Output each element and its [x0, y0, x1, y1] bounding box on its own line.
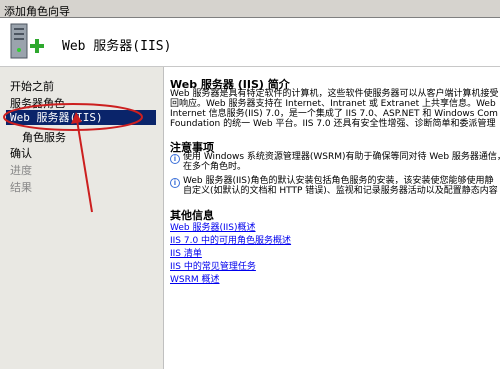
- link-iis-role-services-overview[interactable]: IIS 7.0 中的可用角色服务概述: [170, 233, 291, 246]
- page-title: Web 服务器(IIS): [62, 39, 172, 54]
- link-iis-checklist[interactable]: IIS 清单: [170, 246, 202, 259]
- wizard-sidebar: 开始之前 服务器角色 Web 服务器(IIS) 角色服务 确认 进度 结果: [0, 67, 164, 369]
- wizard-header: Web 服务器(IIS): [0, 18, 500, 67]
- window-titlebar: 添加角色向导: [0, 0, 500, 18]
- window-title: 添加角色向导: [4, 5, 70, 18]
- link-wsrm-overview[interactable]: WSRM 概述: [170, 272, 220, 285]
- note-text-line: 在多个角色时。: [183, 162, 247, 172]
- server-add-icon: [10, 23, 44, 59]
- sidebar-item-before-you-begin[interactable]: 开始之前: [10, 78, 54, 94]
- main-content: Web 服务器 (IIS) 简介 Web 服务器是具有特定软件的计算机，这些软件…: [165, 67, 500, 369]
- info-icon: i: [170, 178, 180, 188]
- link-iis-common-admin-tasks[interactable]: IIS 中的常见管理任务: [170, 259, 256, 272]
- sidebar-item-server-roles[interactable]: 服务器角色: [10, 95, 65, 111]
- link-web-server-overview[interactable]: Web 服务器(IIS)概述: [170, 220, 256, 233]
- intro-text-line: Foundation 的统一 Web 平台。IIS 7.0 还具有安全性增强、诊…: [170, 119, 496, 129]
- sidebar-item-progress: 进度: [10, 164, 32, 177]
- sidebar-item-role-services[interactable]: 角色服务: [22, 129, 66, 145]
- sidebar-item-confirmation[interactable]: 确认: [10, 145, 32, 161]
- sidebar-item-results: 结果: [10, 181, 32, 194]
- note-text-line: 自定义(如默认的文档和 HTTP 错误)、监视和记录服务器活动以及配置静态内容: [183, 186, 498, 196]
- info-icon: i: [170, 154, 180, 164]
- sidebar-item-web-server-iis[interactable]: Web 服务器(IIS): [6, 110, 156, 125]
